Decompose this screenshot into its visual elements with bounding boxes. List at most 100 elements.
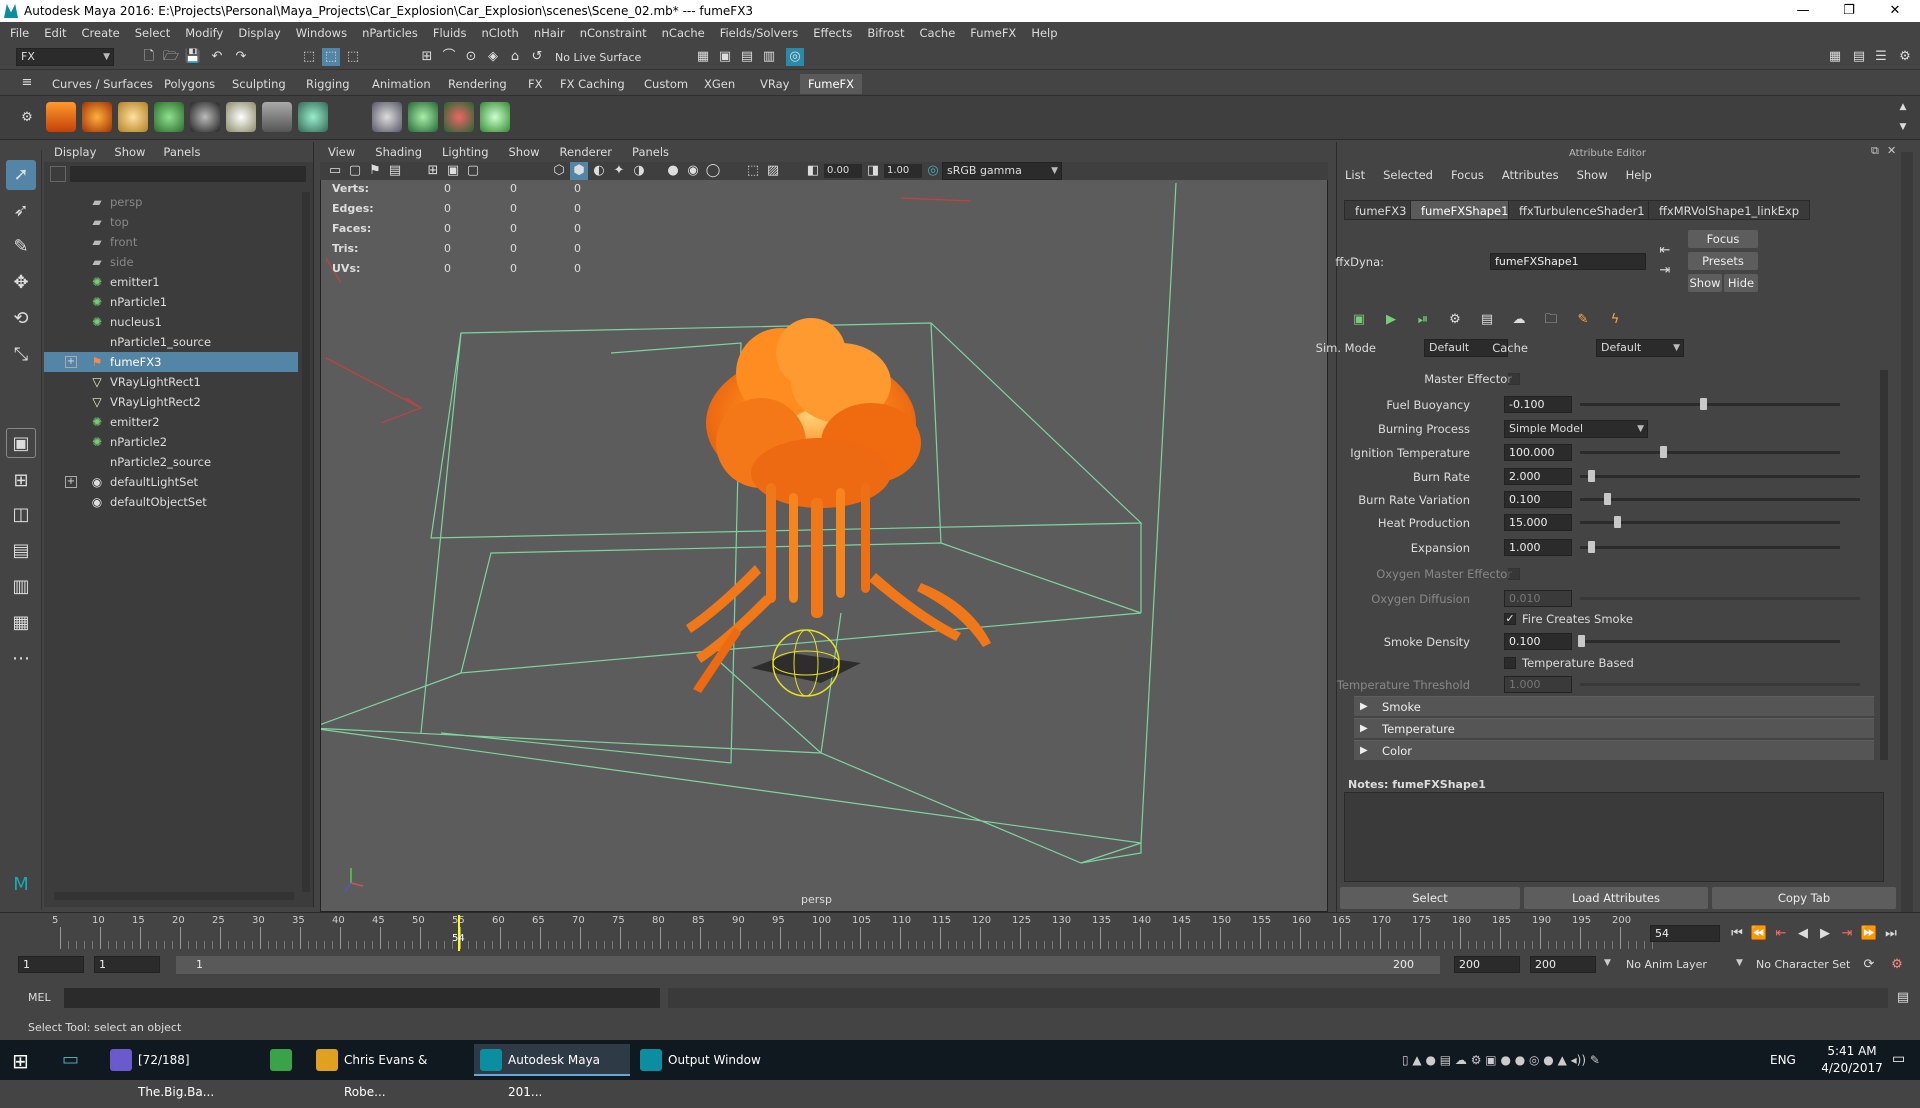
command-language-label[interactable]: MEL (28, 991, 51, 1004)
fumefx-source-icon[interactable] (82, 102, 112, 132)
focus-button[interactable]: Focus (1688, 230, 1758, 248)
menu-fumefx[interactable]: FumeFX (970, 26, 1016, 40)
select-button[interactable]: Select (1340, 887, 1520, 909)
ignition-temp-slider[interactable] (1580, 451, 1840, 454)
outliner-item-defaultlightset[interactable]: + ◉ defaultLightSet (44, 472, 298, 492)
lightning-icon[interactable]: ϟ (1606, 311, 1624, 329)
snap-grid-icon[interactable]: ⊞ (418, 48, 436, 66)
color-management-icon[interactable]: ◎ (924, 162, 942, 180)
current-frame-field[interactable]: 54 (1650, 925, 1720, 942)
node-name-field[interactable]: fumeFXShape1 (1490, 253, 1646, 270)
render-frame-icon[interactable]: ▣ (716, 48, 734, 66)
fumefx-effector-icon[interactable] (226, 102, 256, 132)
menu-nhair[interactable]: nHair (534, 26, 565, 40)
fumefx-object-icon[interactable] (118, 102, 148, 132)
section-color[interactable]: ▶ Color (1354, 740, 1874, 760)
oxygen-master-checkbox[interactable] (1508, 568, 1520, 580)
desktop-icon[interactable]: ▭ (62, 1049, 79, 1070)
expansion-slider[interactable] (1580, 546, 1840, 549)
outliner-item-vraylightrect1[interactable]: ▽ VRayLightRect1 (44, 372, 298, 392)
command-input[interactable] (64, 988, 660, 1008)
shelf-tab-sculpting[interactable]: Sculpting (224, 74, 294, 94)
taskbar-app-0[interactable]: [72/188] The.Big.Ba... (104, 1044, 256, 1099)
master-effector-checkbox[interactable] (1508, 373, 1520, 385)
shelf-tab-curves-surfaces[interactable]: Curves / Surfaces (44, 74, 161, 94)
snap-point-icon[interactable]: ⊙ (462, 48, 480, 66)
outliner-item-top[interactable]: ▰ top (44, 212, 298, 232)
play-back-icon[interactable]: ◀ (1794, 925, 1812, 943)
section-temperature[interactable]: ▶ Temperature (1354, 718, 1874, 738)
outliner-item-persp[interactable]: ▰ persp (44, 192, 298, 212)
shelf-tab-custom[interactable]: Custom (636, 74, 696, 94)
tray-icons[interactable]: ▯ ▲ ● ▤ ☁ ⚙ ▣ ● ● ◎ ● ▲ ◂)) ✎ (1402, 1053, 1600, 1067)
temperature-threshold-field[interactable]: 1.000 (1504, 676, 1572, 693)
menu-help[interactable]: Help (1031, 26, 1057, 40)
menu-file[interactable]: File (10, 26, 29, 40)
outliner-item-fumefx3[interactable]: + ⚑ fumeFX3 (44, 352, 298, 372)
burning-process-dropdown[interactable]: Simple Model ▼ (1504, 420, 1648, 438)
auto-key-icon[interactable]: ⟳ (1860, 956, 1878, 974)
outliner-scrollbar[interactable] (302, 192, 310, 892)
burn-rate-variation-slider[interactable] (1580, 498, 1860, 501)
go-to-end-icon[interactable]: ⏭ (1882, 925, 1900, 943)
expansion-field[interactable]: 1.000 (1504, 539, 1572, 556)
outliner-menu-display[interactable]: Display (54, 145, 96, 159)
menu-cache[interactable]: Cache (920, 26, 956, 40)
heat-production-knob[interactable] (1614, 516, 1621, 528)
ignition-temp-knob[interactable] (1660, 446, 1667, 458)
smoke-density-knob[interactable] (1578, 635, 1585, 647)
attr-menu-selected[interactable]: Selected (1383, 168, 1433, 182)
persp-outliner-layout-icon[interactable]: ▤ (6, 536, 36, 566)
xray-icon[interactable]: ▨ (764, 162, 782, 180)
wand-icon[interactable]: ✎ (1574, 311, 1592, 329)
outliner-item-emitter2[interactable]: ✺ emitter2 (44, 412, 298, 432)
load-attributes-button[interactable]: Load Attributes (1524, 887, 1708, 909)
attr-tab-ffxturbulenceshader1[interactable]: ffxTurbulenceShader1 (1508, 200, 1656, 220)
viewport-menu-lighting[interactable]: Lighting (442, 145, 488, 159)
menu-windows[interactable]: Windows (296, 26, 347, 40)
smoke-density-slider[interactable] (1580, 640, 1840, 643)
render-warp-icon[interactable]: ☁ (1510, 311, 1528, 329)
play-sim-icon[interactable]: ▶ (1382, 311, 1400, 329)
preview-window-icon[interactable]: ▤ (1478, 311, 1496, 329)
oxygen-diffusion-field[interactable]: 0.010 (1504, 590, 1572, 607)
shelf-tab-rendering[interactable]: Rendering (440, 74, 515, 94)
range-slider[interactable]: 1 200 (176, 956, 1440, 974)
channel-box-icon[interactable]: ☰ (1872, 48, 1890, 66)
undo-icon[interactable]: ↶ (208, 48, 226, 66)
isolate-select-icon[interactable]: ⬚ (744, 162, 762, 180)
fuel-buoyancy-knob[interactable] (1700, 398, 1707, 410)
fumefx-follow-icon[interactable] (298, 102, 328, 132)
outliner-h-scrollbar[interactable] (54, 892, 294, 900)
select-object-icon[interactable]: ⬚ (322, 48, 340, 66)
temperature-based-checkbox[interactable] (1504, 657, 1516, 669)
clock-date[interactable]: 4/20/2017 (1818, 1061, 1886, 1075)
viewport-panel[interactable]: persp (320, 142, 1328, 912)
fumefx-wind-icon[interactable] (444, 102, 474, 132)
burn-rate-variation-field[interactable]: 0.100 (1504, 491, 1572, 508)
workspace-icon[interactable]: ▦ (1826, 48, 1844, 66)
lasso-tool-icon[interactable]: ➶ (6, 196, 36, 226)
menu-fields-solvers[interactable]: Fields/Solvers (720, 26, 799, 40)
playback-end-field[interactable]: 200 (1454, 956, 1520, 973)
attr-menu-list[interactable]: List (1345, 168, 1365, 182)
antialias-icon[interactable]: ◯ (704, 162, 722, 180)
new-scene-icon[interactable]: 🗋 (140, 48, 158, 66)
snap-view-icon[interactable]: ◈ (484, 48, 502, 66)
viewport-menu-show[interactable]: Show (509, 145, 540, 159)
shelf-tab-vray[interactable]: VRay (752, 74, 797, 94)
attr-menu-attributes[interactable]: Attributes (1502, 168, 1559, 182)
viewport-menu-renderer[interactable]: Renderer (560, 145, 613, 159)
grid-icon[interactable]: ⊞ (424, 162, 442, 180)
show-button[interactable]: Show (1688, 274, 1722, 292)
fumefx-create-icon[interactable] (46, 102, 76, 132)
shelf-tab-fx-caching[interactable]: FX Caching (552, 74, 633, 94)
outliner-item-nparticle1[interactable]: ✺ nParticle1 (44, 292, 298, 312)
settings-gear-icon[interactable]: ⚙ (1446, 311, 1464, 329)
heat-production-field[interactable]: 15.000 (1504, 514, 1572, 531)
attr-tab-ffxmrvolshape1-linkexp[interactable]: ffxMRVolShape1_linkExp (1648, 200, 1811, 220)
presets-button[interactable]: Presets (1688, 252, 1758, 270)
script-editor-icon[interactable]: ▤ (1894, 989, 1912, 1007)
smoke-density-field[interactable]: 0.100 (1504, 633, 1572, 650)
attr-scrollbar[interactable] (1880, 370, 1888, 760)
